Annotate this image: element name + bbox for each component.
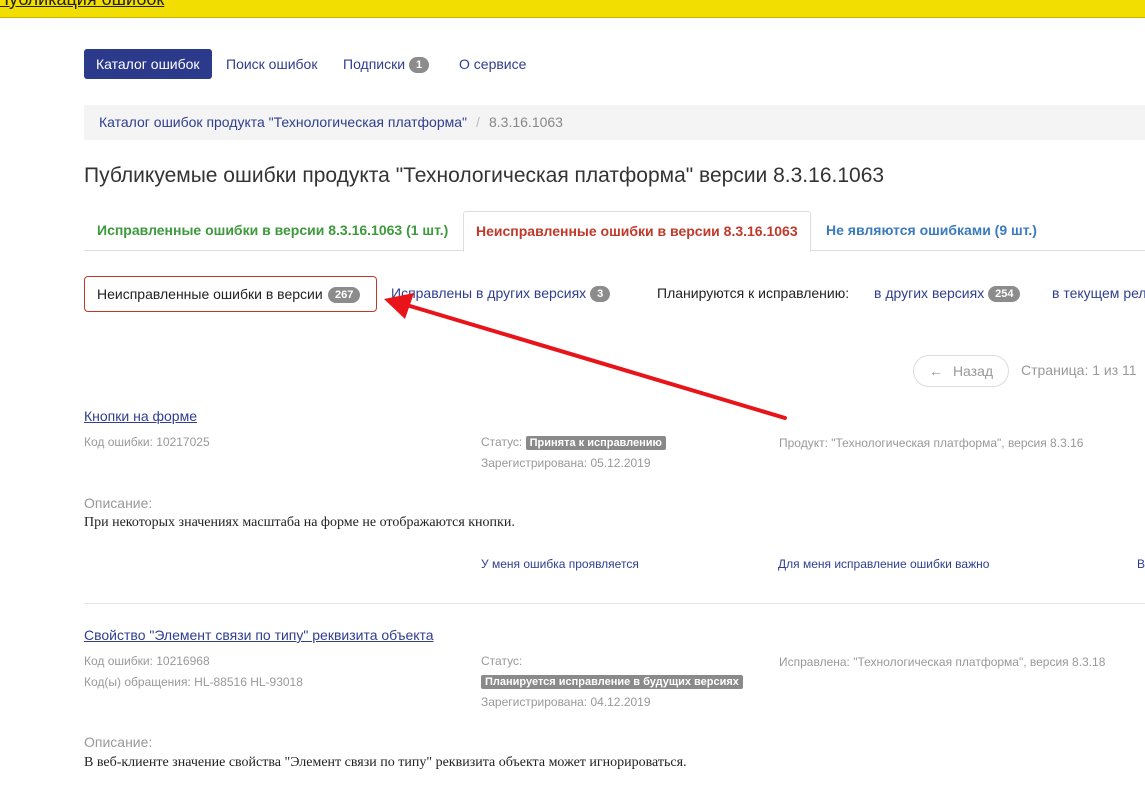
annotation-arrow-icon xyxy=(384,293,787,420)
